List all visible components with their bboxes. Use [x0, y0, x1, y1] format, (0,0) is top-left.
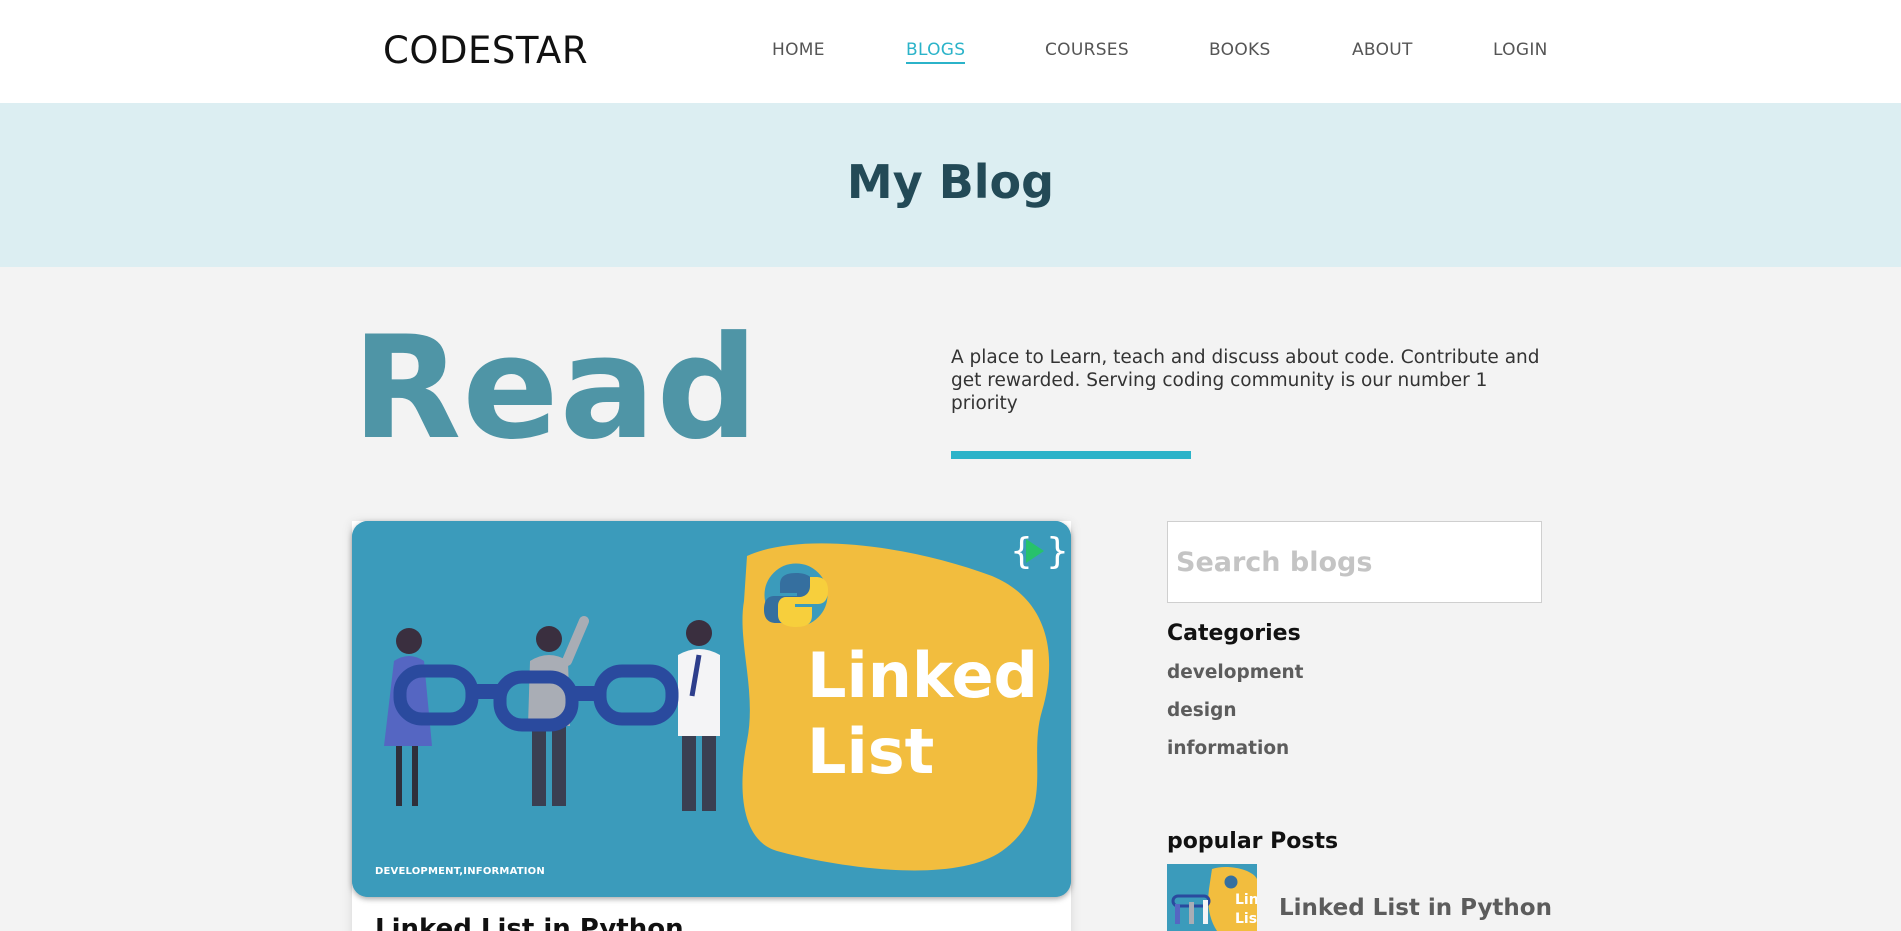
intro-description: A place to Learn, teach and discuss abou…	[951, 347, 1540, 414]
read-heading: Read	[352, 306, 760, 471]
nav-courses[interactable]: COURSES	[1045, 40, 1129, 60]
image-text-linked: Linked	[807, 639, 1038, 712]
blog-card-tags: DEVELOPMENT,INFORMATION	[375, 866, 545, 877]
category-information[interactable]: information	[1167, 738, 1289, 759]
page-title: My Blog	[846, 155, 1055, 209]
popular-post-title[interactable]: Linked List in Python	[1279, 895, 1552, 921]
popular-post-thumbnail[interactable]: Lin Lis	[1167, 864, 1257, 931]
blog-card-image[interactable]: Linked List { } DEVELOPMENT,INFORMATION	[352, 521, 1071, 897]
blog-card-title[interactable]: Linked List in Python	[375, 914, 684, 931]
thumb-text-2: Lis	[1235, 911, 1257, 927]
image-text-list: List	[807, 715, 934, 788]
nav-books[interactable]: BOOKS	[1209, 40, 1271, 60]
nav-blogs[interactable]: BLOGS	[906, 40, 966, 64]
python-logo-icon	[761, 560, 831, 630]
search-blogs-input[interactable]	[1167, 521, 1542, 603]
nav-home[interactable]: HOME	[772, 40, 825, 60]
popular-posts-heading: popular Posts	[1167, 829, 1339, 854]
accent-divider	[951, 451, 1191, 459]
blog-card[interactable]: Linked List { } DEVELOPMENT,INFORMATION …	[352, 521, 1071, 931]
category-design[interactable]: design	[1167, 700, 1237, 721]
site-logo[interactable]: CODESTAR	[383, 29, 588, 72]
top-navbar: CODESTAR HOME BLOGS COURSES BOOKS ABOUT …	[0, 0, 1901, 103]
page-banner: My Blog	[0, 103, 1901, 267]
nav-about[interactable]: ABOUT	[1352, 40, 1413, 60]
categories-heading: Categories	[1167, 621, 1301, 646]
thumb-text-1: Lin	[1235, 892, 1257, 908]
nav-login[interactable]: LOGIN	[1493, 40, 1548, 60]
svg-text:}: }	[1046, 531, 1069, 572]
category-development[interactable]: development	[1167, 662, 1304, 683]
